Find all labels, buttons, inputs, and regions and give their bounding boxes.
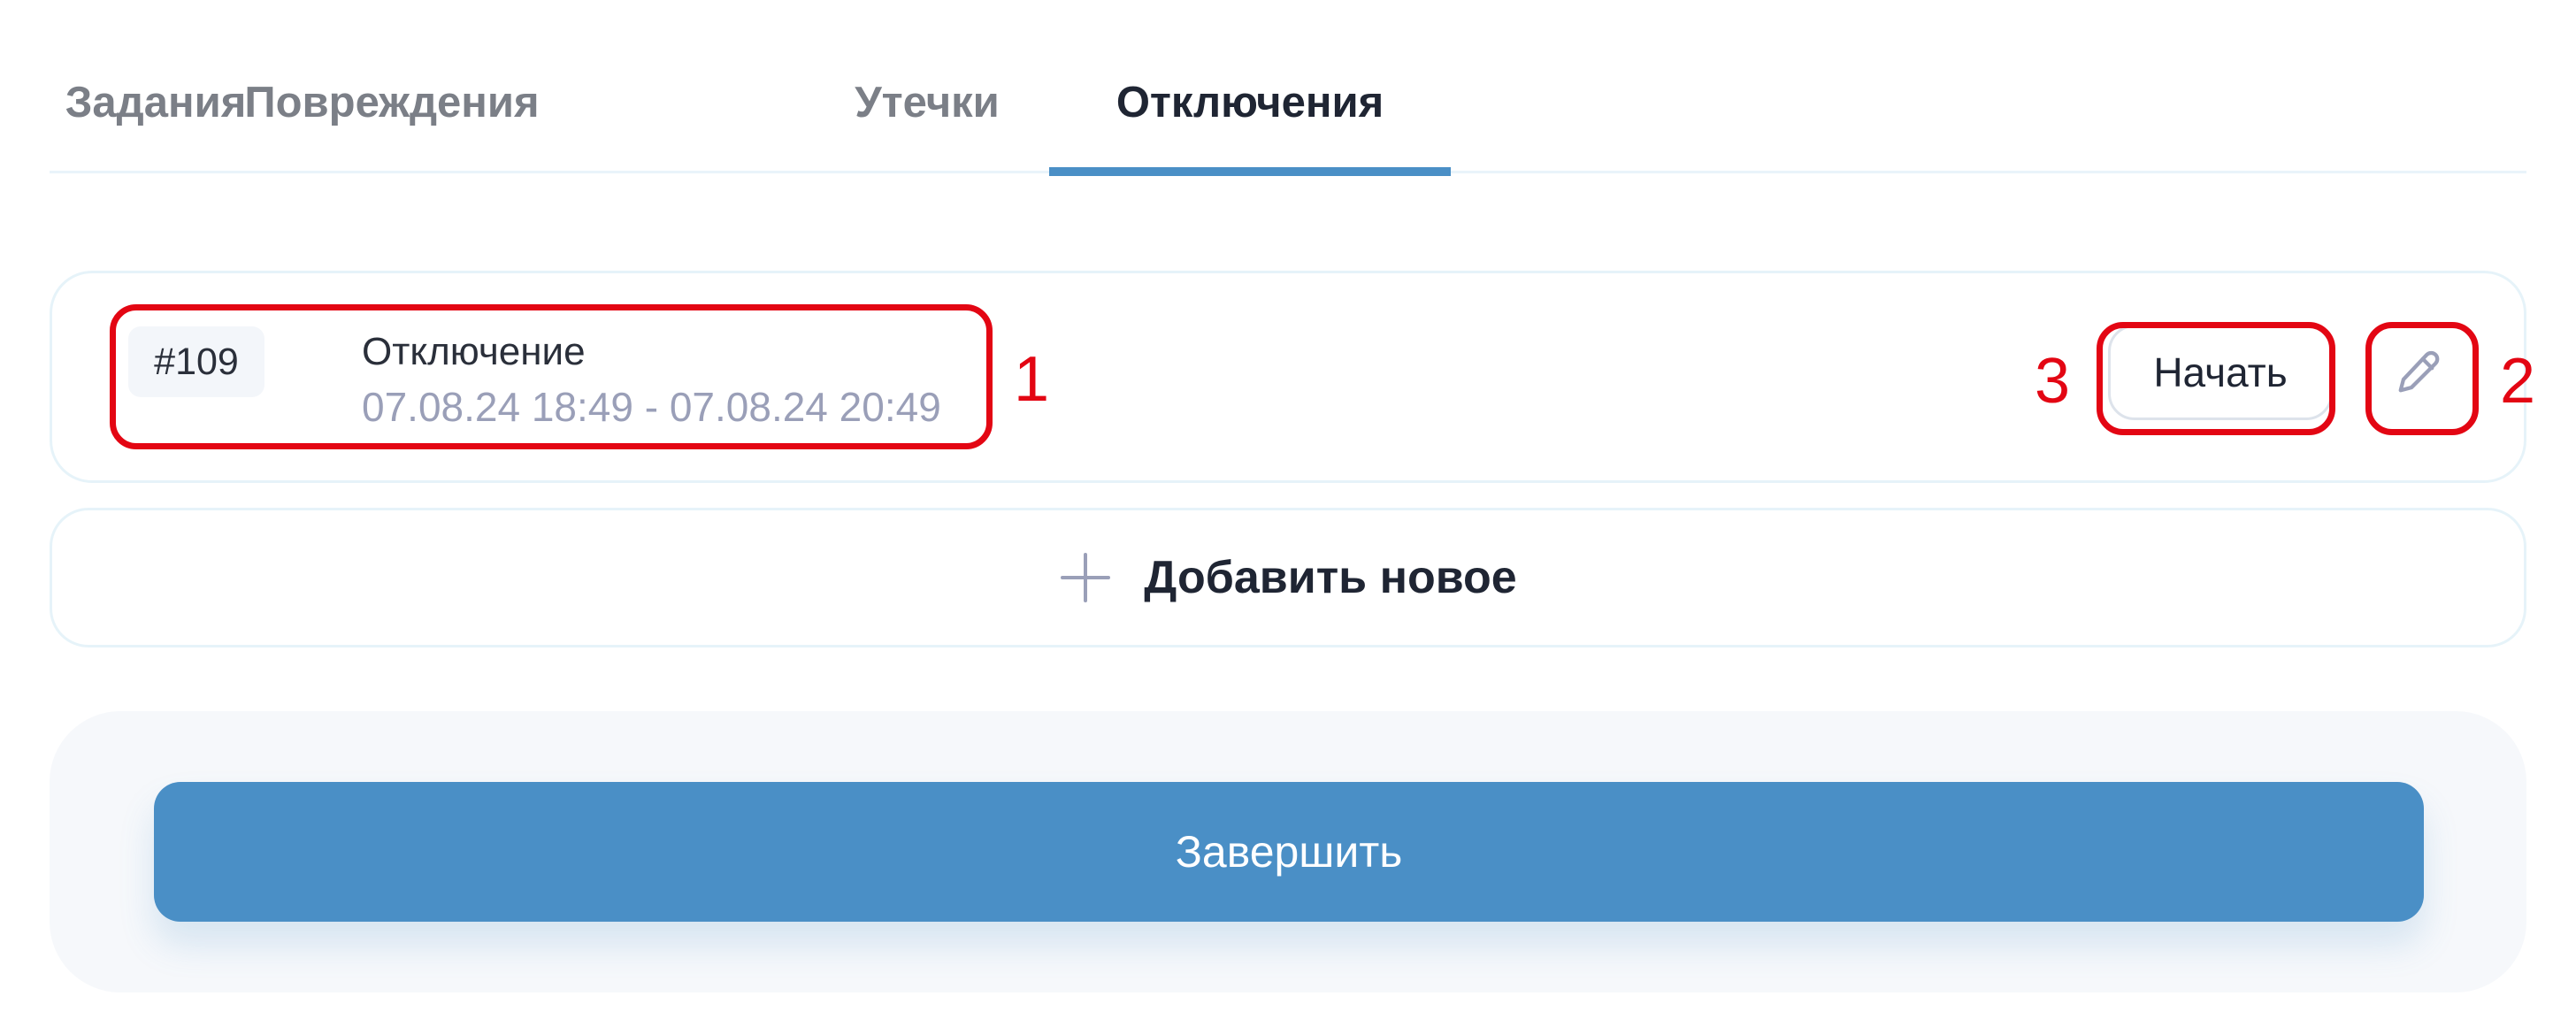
finish-button[interactable]: Завершить: [154, 782, 2424, 922]
callout-number-1: 1: [1014, 344, 1050, 415]
active-tab-indicator: [1049, 167, 1451, 176]
tab-label: Отключения: [1116, 79, 1384, 126]
bottom-action-panel: Завершить: [50, 711, 2526, 992]
callout-outage-item: [110, 304, 993, 449]
tab-label: Утечки: [855, 79, 1000, 126]
tab-bar: Задания Повреждения Утечки Отключения: [50, 62, 2526, 176]
tab-leaks[interactable]: Утечки: [833, 78, 1021, 173]
add-new-label: Добавить новое: [1144, 552, 1517, 603]
tab-label: Повреждения: [244, 79, 540, 126]
callout-number-3: 3: [2035, 346, 2071, 417]
callout-number-2: 2: [2500, 346, 2536, 417]
tab-outages[interactable]: Отключения: [1049, 78, 1451, 176]
plus-icon: [1061, 553, 1111, 602]
page: Задания Повреждения Утечки Отключения #1…: [0, 0, 2576, 1019]
tab-tasks[interactable]: Задания: [65, 78, 247, 173]
add-new-button[interactable]: Добавить новое: [50, 508, 2526, 647]
callout-start-button: [2097, 322, 2335, 435]
callout-edit-button: [2365, 322, 2479, 435]
tab-damages[interactable]: Повреждения: [219, 78, 564, 173]
